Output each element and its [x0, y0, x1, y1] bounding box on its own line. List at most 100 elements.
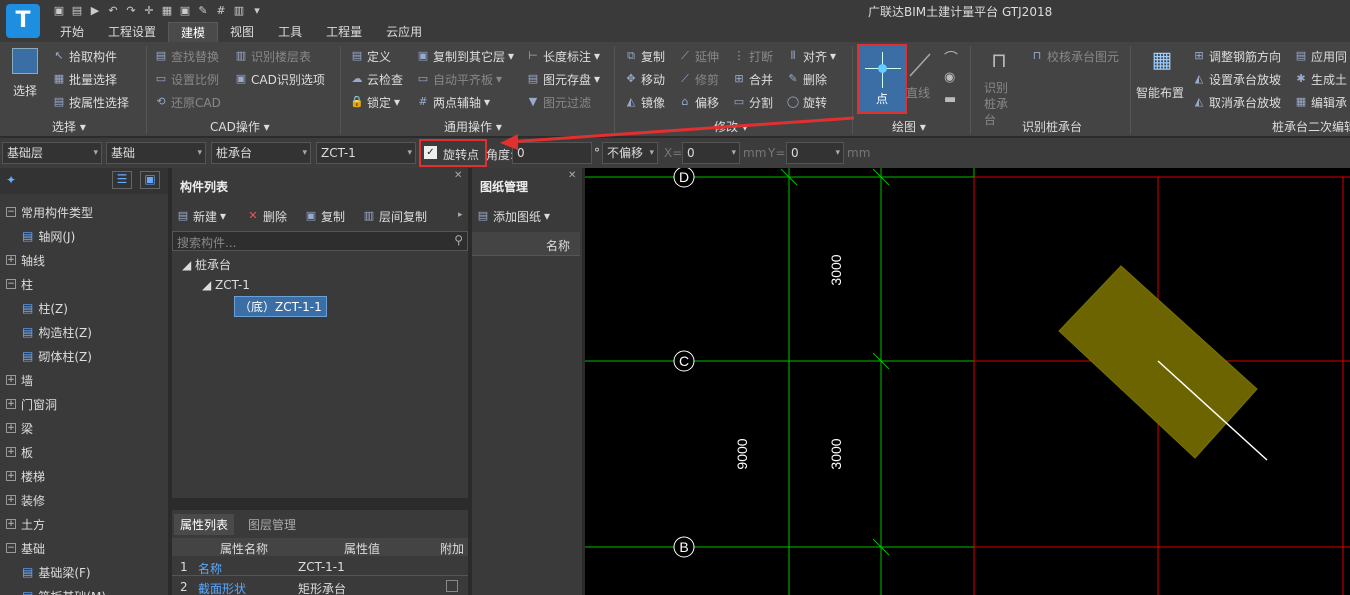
collapse-icon[interactable]: − [6, 543, 16, 553]
tree-item[interactable]: − 基础 [6, 536, 45, 560]
x-input[interactable]: 0 ▾ [682, 142, 740, 164]
expand-icon[interactable]: + [6, 255, 16, 265]
tree-item[interactable]: + 土方 [6, 512, 45, 536]
snap-icon[interactable]: ✛ [142, 4, 156, 18]
tree-item[interactable]: − 常用构件类型 [6, 200, 93, 224]
screenshot-icon[interactable]: ▣ [178, 4, 192, 18]
adjust-rebar-button[interactable]: ⊞ 调整钢筋方向 [1192, 46, 1281, 66]
define-button[interactable]: ▤ 定义 [350, 46, 391, 66]
customize-icon[interactable]: ▾ [250, 4, 264, 18]
tab-6[interactable]: 云应用 [374, 22, 434, 42]
tree-item[interactable]: + 梁 [6, 416, 33, 440]
redo-icon[interactable]: ↷ [124, 4, 138, 18]
cancel-slope-button[interactable]: ◭ 取消承台放坡 [1192, 92, 1281, 112]
tree-item[interactable]: − 柱 [6, 272, 33, 296]
drawing-canvas[interactable]: D C B 3000 3000 9000 [585, 166, 1350, 595]
column-icon[interactable]: ▤ [22, 301, 33, 315]
expand-icon[interactable]: + [6, 399, 16, 409]
group-cad[interactable]: CAD操作 ▾ [210, 118, 270, 135]
pick-component-button[interactable]: ↖ 拾取构件 [52, 46, 117, 66]
type-select[interactable]: 基础 ▾ [106, 142, 206, 164]
tree-item[interactable]: ▤ 柱(Z) [22, 296, 68, 320]
circle-icon[interactable]: ◉ [944, 70, 955, 85]
tree-item[interactable]: + 楼梯 [6, 464, 45, 488]
edit-pilecap-button[interactable]: ▦ 编辑承 [1294, 92, 1347, 112]
expand-icon[interactable]: + [6, 471, 16, 481]
cloud-check-button[interactable]: ☁ 云检查 [350, 69, 404, 89]
expand-icon[interactable]: + [6, 495, 16, 505]
recognize-pilecap-button[interactable]: ⊓ [984, 48, 1014, 72]
column-icon[interactable]: ▤ [22, 325, 33, 339]
open-icon[interactable]: ▶ [88, 4, 102, 18]
rotate-point-checkbox[interactable]: ✓ [424, 146, 437, 159]
point-button[interactable]: 点 [857, 44, 907, 114]
tree-node-zct1-1[interactable]: （底）ZCT-1-1 [234, 296, 327, 317]
tab-properties[interactable]: 属性列表 [174, 514, 235, 535]
panel-view-icon[interactable]: ▣ [140, 171, 160, 189]
copy-to-floor-button[interactable]: ▣ 复制到其它层 ▾ [416, 46, 514, 66]
set-scale-button[interactable]: ▭ 设置比例 [154, 69, 219, 89]
collapse-icon[interactable]: − [6, 207, 16, 217]
expand-icon[interactable]: + [6, 519, 16, 529]
tree-node-zct1[interactable]: ◢ ZCT-1 [202, 278, 250, 292]
group-select[interactable]: 选择 ▾ [52, 118, 86, 135]
set-slope-button[interactable]: ◭ 设置承台放坡 [1192, 69, 1281, 89]
expand-icon[interactable]: + [6, 375, 16, 385]
tree-item[interactable]: ▤ 构造柱(Z) [22, 320, 92, 344]
view-icon[interactable]: ▦ [160, 4, 174, 18]
attach-checkbox[interactable] [446, 580, 458, 592]
offset-button[interactable]: ⌂ 偏移 [678, 92, 720, 112]
column-icon[interactable]: ▤ [22, 349, 33, 363]
group-common[interactable]: 通用操作 ▾ [444, 118, 502, 135]
spec-select[interactable]: ZCT-1 ▾ [316, 142, 416, 164]
tab-2[interactable]: 建模 [168, 22, 219, 42]
split-button[interactable]: ▭ 分割 [732, 92, 773, 112]
close-icon[interactable]: ✕ [568, 170, 576, 181]
save-icon[interactable]: ▣ [52, 4, 66, 18]
align-button[interactable]: ⫴ 对齐 ▾ [786, 46, 836, 66]
angle-input[interactable]: 0 [512, 142, 592, 164]
apply-same-button[interactable]: ▤ 应用同 [1294, 46, 1347, 66]
beam-icon[interactable]: ▤ [22, 565, 33, 579]
delete-component-button[interactable]: ✕ 删除 [246, 206, 287, 226]
tree-item[interactable]: + 板 [6, 440, 33, 464]
new-icon[interactable]: ▤ [70, 4, 84, 18]
copy-component-button[interactable]: ▣ 复制 [304, 206, 345, 226]
merge-button[interactable]: ⊞ 合并 [732, 69, 773, 89]
expand-icon[interactable]: + [6, 447, 16, 457]
app-logo[interactable]: T [6, 4, 40, 38]
filter-button[interactable]: ▼ 图元过滤 [526, 92, 591, 112]
check-pilecap-button[interactable]: ⊓ 校核承台图元 [1030, 46, 1119, 66]
group-draw[interactable]: 绘图 ▾ [892, 118, 926, 135]
grid-icon[interactable]: ▤ [22, 229, 33, 243]
mirror-button[interactable]: ◭ 镜像 [624, 92, 665, 112]
copy-between-floors-button[interactable]: ▥ 层间复制 [362, 206, 427, 226]
group-modify[interactable]: 修改 ▾ [714, 118, 748, 135]
close-icon[interactable]: ✕ [454, 170, 462, 181]
recognize-floor-table-button[interactable]: ▥ 识别楼层表 [234, 46, 311, 66]
rect-icon[interactable]: ▬ [944, 92, 956, 107]
tab-5[interactable]: 工程量 [314, 22, 374, 42]
pin-icon[interactable]: ✦ [6, 173, 16, 187]
tab-4[interactable]: 工具 [266, 22, 314, 42]
smart-layout-button[interactable]: ▦ [1142, 48, 1182, 73]
length-dim-button[interactable]: ⊢ 长度标注 ▾ [526, 46, 600, 66]
tree-item[interactable]: + 墙 [6, 368, 33, 392]
props-row[interactable]: 2 截面形状 矩形承台 [172, 578, 468, 595]
tab-1[interactable]: 工程设置 [96, 22, 168, 42]
cad-options-button[interactable]: ▣ CAD识别选项 [234, 69, 325, 89]
y-input[interactable]: 0 ▾ [786, 142, 844, 164]
grid-icon[interactable]: # [214, 4, 228, 18]
two-point-axis-button[interactable]: # 两点辅轴 ▾ [416, 92, 490, 112]
tree-item[interactable]: ▤ 砌体柱(Z) [22, 344, 92, 368]
auto-align-slab-button[interactable]: ▭ 自动平齐板 ▾ [416, 69, 502, 89]
find-replace-button[interactable]: ▤ 查找替换 [154, 46, 219, 66]
break-button[interactable]: ⋮ 打断 [732, 46, 774, 66]
select-button[interactable]: 选择 [8, 48, 42, 106]
tree-item[interactable]: ▤筏板基础(M) [22, 584, 106, 595]
offset-select[interactable]: 不偏移 ▾ [602, 142, 658, 164]
pen-icon[interactable]: ✎ [196, 4, 210, 18]
tab-3[interactable]: 视图 [218, 22, 266, 42]
tree-item[interactable]: + 装修 [6, 488, 45, 512]
component-select[interactable]: 桩承台 ▾ [211, 142, 311, 164]
